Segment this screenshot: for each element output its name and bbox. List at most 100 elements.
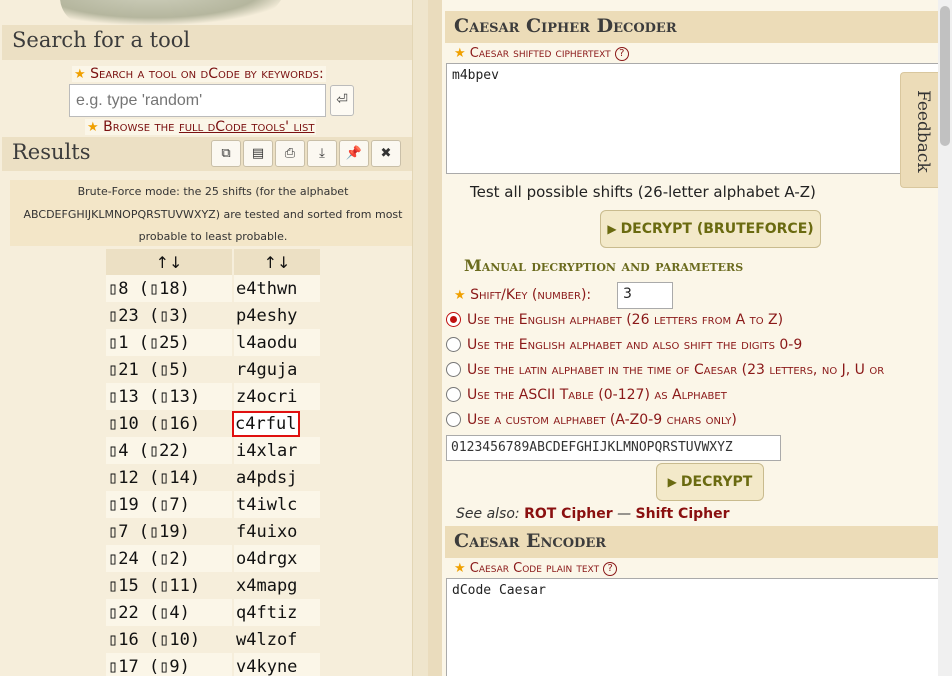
shift-cell: ▯19 (▯7)	[106, 491, 232, 518]
decoded-text-cell: q4ftiz	[234, 599, 320, 626]
close-results-button[interactable]: ✖	[371, 140, 401, 167]
sort-shift-header[interactable]: ↑↓	[106, 249, 232, 275]
plaintext-textarea[interactable]: dCode Caesar	[446, 578, 952, 676]
radio-label: Use the English alphabet (26 letters fro…	[467, 312, 784, 328]
table-row: ▯1 (▯25) l4aodu	[106, 329, 320, 356]
help-icon[interactable]: ?	[614, 47, 629, 61]
paste-results-button[interactable]: ▤	[243, 140, 273, 167]
shift-cell: ▯17 (▯9)	[106, 653, 232, 676]
shift-cell: ▯24 (▯2)	[106, 545, 232, 572]
shift-cipher-link[interactable]: Shift Cipher	[636, 506, 730, 522]
decoded-text-cell: z4ocri	[234, 383, 320, 410]
decoded-text-cell: x4mapg	[234, 572, 320, 599]
see-also-separator: —	[612, 506, 636, 522]
left-scrollbar[interactable]	[412, 0, 428, 676]
decoded-text-cell: v4kyne	[234, 653, 320, 676]
star-icon: ★	[454, 288, 466, 303]
radio-english-alphabet[interactable]: Use the English alphabet (26 letters fro…	[446, 312, 783, 328]
shift-key-label-text: Shift/Key (number):	[470, 287, 592, 303]
shift-cell: ▯21 (▯5)	[106, 356, 232, 383]
help-icon[interactable]: ?	[603, 562, 618, 576]
shift-cell: ▯16 (▯10)	[106, 626, 232, 653]
table-row: ▯15 (▯11) x4mapg	[106, 572, 320, 599]
star-icon: ★	[454, 561, 466, 576]
panel-divider	[428, 0, 442, 676]
manual-section-title: Manual decryption and parameters	[464, 256, 744, 275]
decoded-text-cell: t4iwlc	[234, 491, 320, 518]
scrollbar-thumb[interactable]	[940, 6, 950, 146]
search-section-title: Search for a tool	[2, 25, 412, 60]
print-results-button[interactable]: ⎙	[275, 140, 305, 167]
download-results-button[interactable]: ⤓	[307, 140, 337, 167]
shift-cell: ▯13 (▯13)	[106, 383, 232, 410]
enter-arrow-icon: ⏎	[336, 92, 348, 108]
sort-text-header[interactable]: ↑↓	[234, 249, 320, 275]
radio-button-checked[interactable]	[446, 312, 461, 327]
table-row: ▯19 (▯7) t4iwlc	[106, 491, 320, 518]
search-caption-text: Search a tool on dCode by keywords:	[90, 66, 324, 82]
radio-button[interactable]	[446, 337, 461, 352]
highlighted-result: c4rful	[232, 410, 301, 437]
ciphertext-textarea[interactable]: m4bpev	[446, 63, 952, 174]
play-icon: ▶	[607, 222, 617, 236]
shift-cell: ▯10 (▯16)	[106, 410, 232, 437]
decrypt-bruteforce-label: DECRYPT (BRUTEFORCE)	[620, 221, 814, 237]
radio-ascii-table[interactable]: Use the ASCII Table (0-127) as Alphabet	[446, 387, 727, 403]
shift-key-input[interactable]: 3	[617, 282, 673, 309]
see-also-label: See also:	[456, 506, 520, 522]
page-scrollbar[interactable]	[938, 0, 952, 676]
decoded-text-cell: o4drgx	[234, 545, 320, 572]
play-icon: ▶	[667, 475, 677, 489]
radio-button[interactable]	[446, 412, 461, 427]
custom-alphabet-input[interactable]: 0123456789ABCDEFGHIJKLMNOPQRSTUVWXYZ	[446, 435, 781, 461]
browse-link-line: ★ Browse the full dCode tools' list	[85, 119, 317, 135]
decoded-text-cell: l4aodu	[234, 329, 320, 356]
star-icon: ★	[74, 67, 86, 82]
table-row: ▯13 (▯13) z4ocri	[106, 383, 320, 410]
star-icon: ★	[87, 120, 99, 135]
decoded-text-cell: i4xlar	[234, 437, 320, 464]
copy-icon: ⧉	[221, 146, 231, 161]
plaintext-label: ★ Caesar Code plain text ?	[454, 561, 618, 576]
radio-button[interactable]	[446, 387, 461, 402]
radio-latin-alphabet[interactable]: Use the latin alphabet in the time of Ca…	[446, 362, 884, 378]
decoded-text-cell: a4pdsj	[234, 464, 320, 491]
decoded-text-cell: e4thwn	[234, 275, 320, 302]
table-row: ▯21 (▯5) r4guja	[106, 356, 320, 383]
shift-cell: ▯22 (▯4)	[106, 599, 232, 626]
shift-cell: ▯15 (▯11)	[106, 572, 232, 599]
pin-results-button[interactable]: 📌	[339, 140, 369, 167]
shift-cell: ▯23 (▯3)	[106, 302, 232, 329]
radio-button[interactable]	[446, 362, 461, 377]
decrypt-button[interactable]: ▶ DECRYPT	[656, 463, 764, 501]
rot-cipher-link[interactable]: ROT Cipher	[524, 506, 613, 522]
bruteforce-caption: Test all possible shifts (26-letter alph…	[470, 183, 816, 201]
star-icon: ★	[454, 46, 466, 61]
decoded-text-cell: w4lzof	[234, 626, 320, 653]
full-tools-list-link[interactable]: full dCode tools' list	[179, 119, 315, 135]
radio-english-digits[interactable]: Use the English alphabet and also shift …	[446, 337, 802, 353]
copy-results-button[interactable]: ⧉	[211, 140, 241, 167]
ciphertext-label: ★ Caesar shifted ciphertext ?	[454, 46, 629, 61]
feedback-label: Feedback	[913, 90, 933, 173]
table-row: ▯17 (▯9) v4kyne	[106, 653, 320, 676]
table-row: ▯7 (▯19) f4uixo	[106, 518, 320, 545]
shift-cell: ▯1 (▯25)	[106, 329, 232, 356]
ciphertext-label-text: Caesar shifted ciphertext	[469, 46, 611, 61]
download-icon: ⤓	[319, 146, 325, 161]
see-also-line: See also: ROT Cipher — Shift Cipher	[456, 506, 730, 522]
decoded-text-cell: f4uixo	[234, 518, 320, 545]
tool-search-input[interactable]	[69, 84, 326, 117]
decoded-text-cell: p4eshy	[234, 302, 320, 329]
plaintext-label-text: Caesar Code plain text	[469, 561, 600, 576]
table-row: ▯22 (▯4) q4ftiz	[106, 599, 320, 626]
paste-icon: ▤	[251, 146, 265, 161]
radio-label: Use the English alphabet and also shift …	[467, 337, 803, 353]
search-submit-button[interactable]: ⏎	[330, 85, 354, 116]
radio-custom-alphabet[interactable]: Use a custom alphabet (A-Z0-9 chars only…	[446, 412, 737, 428]
shift-cell: ▯4 (▯22)	[106, 437, 232, 464]
decrypt-bruteforce-button[interactable]: ▶ DECRYPT (BRUTEFORCE)	[600, 210, 821, 248]
results-table: ↑↓ ↑↓ ▯8 (▯18) e4thwn ▯23 (▯3) p4eshy ▯1 (▯2…	[104, 249, 322, 676]
shift-key-label: ★ Shift/Key (number):	[454, 287, 591, 303]
table-row: ▯12 (▯14) a4pdsj	[106, 464, 320, 491]
